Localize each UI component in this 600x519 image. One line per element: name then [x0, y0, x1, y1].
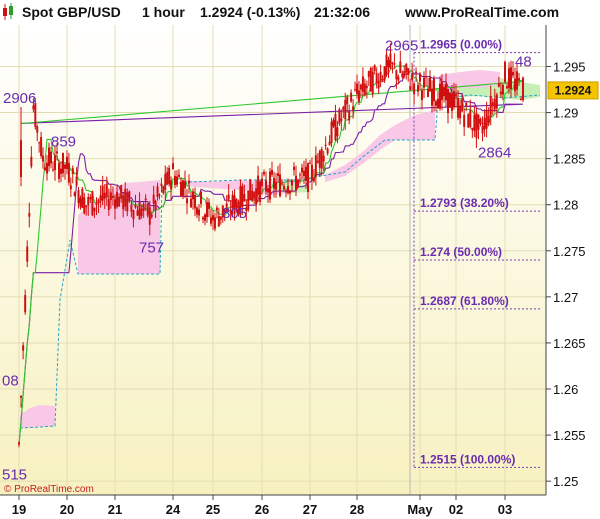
candle	[504, 60, 506, 84]
chart-root: Spot GBP/USD 1 hour 1.2924 (-0.13%) 21:3…	[0, 0, 600, 519]
annotation-label: 805	[222, 205, 247, 222]
x-tick-label: 25	[206, 502, 220, 517]
chart-svg: Spot GBP/USD 1 hour 1.2924 (-0.13%) 21:3…	[0, 0, 600, 519]
last-price-badge: 1.2924	[547, 81, 599, 100]
candle	[259, 180, 262, 206]
candle	[449, 91, 451, 108]
y-tick-label: 1.265	[553, 336, 586, 351]
candle	[467, 113, 470, 129]
candle	[383, 66, 386, 83]
annotation-label: 757	[139, 239, 164, 256]
candle	[81, 186, 84, 209]
candle	[249, 179, 252, 201]
last-price-label: 1.2924	[555, 83, 592, 97]
x-tick-label: May	[407, 502, 433, 517]
fib-level-label: 1.2515 (100.00%)	[420, 452, 515, 466]
y-tick-label: 1.26	[553, 382, 578, 397]
candle	[247, 190, 250, 212]
candle	[168, 165, 171, 187]
annotation-label: 859	[51, 133, 76, 150]
x-tick-label: 24	[166, 502, 181, 517]
header-time: 21:32:06	[314, 4, 370, 20]
annotation-label: 08	[2, 373, 19, 390]
candle	[338, 107, 341, 126]
candle	[522, 76, 524, 103]
annotation-label: 48	[515, 53, 532, 70]
x-tick-label: 21	[108, 502, 122, 517]
x-tick-label: 27	[303, 502, 317, 517]
fib-level-label: 1.2793 (38.20%)	[420, 196, 509, 210]
y-tick-label: 1.25	[553, 474, 578, 489]
y-tick-label: 1.28	[553, 198, 578, 213]
y-tick-label: 1.275	[553, 244, 586, 259]
annotation-label: 2864	[478, 145, 511, 162]
header-timeframe: 1 hour	[142, 4, 185, 20]
header-site: www.ProRealTime.com	[404, 4, 559, 20]
x-tick-label: 26	[255, 502, 269, 517]
header-instrument: Spot GBP/USD	[22, 4, 121, 20]
candle	[369, 66, 372, 92]
fib-level-label: 1.274 (50.00%)	[420, 245, 502, 259]
y-tick-label: 1.29	[553, 106, 578, 121]
candle	[128, 190, 131, 203]
candle	[269, 167, 271, 203]
y-tick-label: 1.27	[553, 290, 578, 305]
y-tick-label: 1.285	[553, 152, 586, 167]
x-tick-label: 20	[60, 502, 74, 517]
x-tick-label: 03	[498, 502, 512, 517]
annotation-label: 515	[2, 466, 27, 483]
y-tick-label: 1.255	[553, 428, 586, 443]
fib-level-label: 1.2687 (61.80%)	[420, 294, 509, 308]
y-tick-label: 1.295	[553, 59, 586, 74]
candle	[91, 190, 94, 216]
watermark: © ProRealTime.com	[4, 484, 94, 495]
header-quote: 1.2924 (-0.13%)	[200, 4, 300, 20]
x-tick-label: 02	[449, 502, 463, 517]
x-tick-label: 28	[350, 502, 364, 517]
x-tick-label: 19	[12, 502, 26, 517]
annotation-label: 2906	[3, 90, 36, 107]
fib-level-label: 1.2965 (0.00%)	[420, 38, 502, 52]
annotation-label: 2965	[385, 38, 418, 55]
